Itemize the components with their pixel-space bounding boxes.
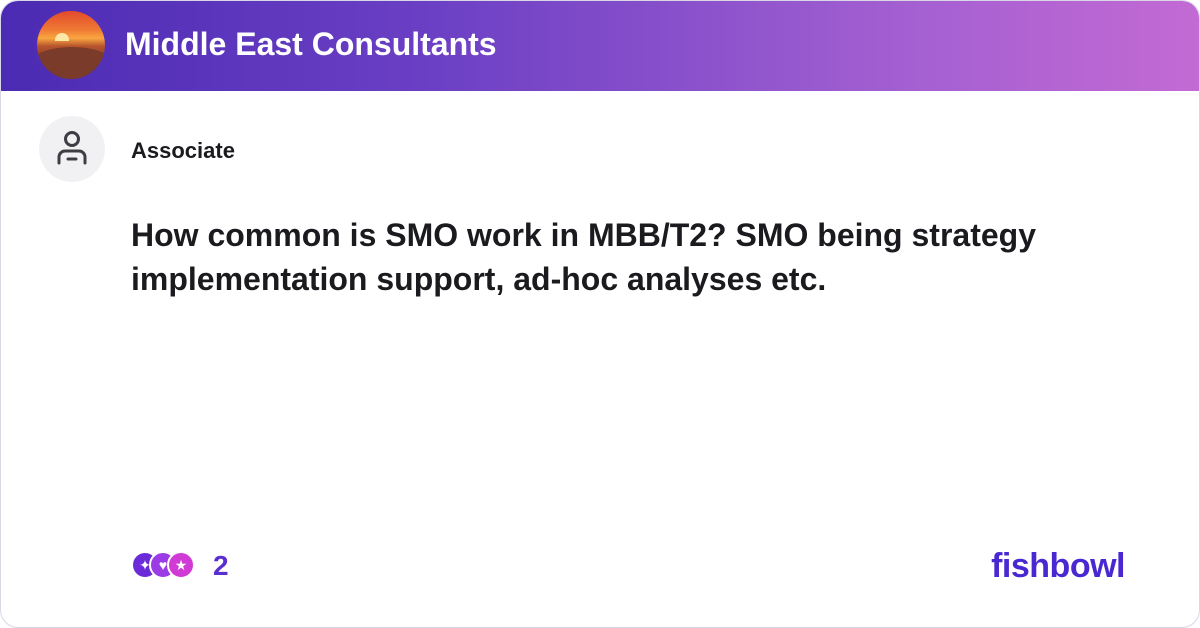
sun-shape — [55, 33, 69, 41]
post-card: Middle East Consultants Associate How co… — [0, 0, 1200, 628]
star-icon: ★ — [167, 551, 195, 579]
author-role: Associate — [131, 138, 235, 163]
fishbowl-logo[interactable]: fishbowl — [991, 546, 1125, 586]
group-title[interactable]: Middle East Consultants — [125, 23, 497, 65]
group-avatar[interactable] — [37, 11, 105, 79]
dune-shape — [37, 47, 105, 79]
person-icon — [57, 131, 87, 165]
reaction-count: 2 — [213, 550, 229, 581]
user-avatar[interactable] — [39, 116, 105, 182]
post-question[interactable]: How common is SMO work in MBB/T2? SMO be… — [131, 213, 1131, 301]
group-header: Middle East Consultants — [1, 1, 1199, 91]
